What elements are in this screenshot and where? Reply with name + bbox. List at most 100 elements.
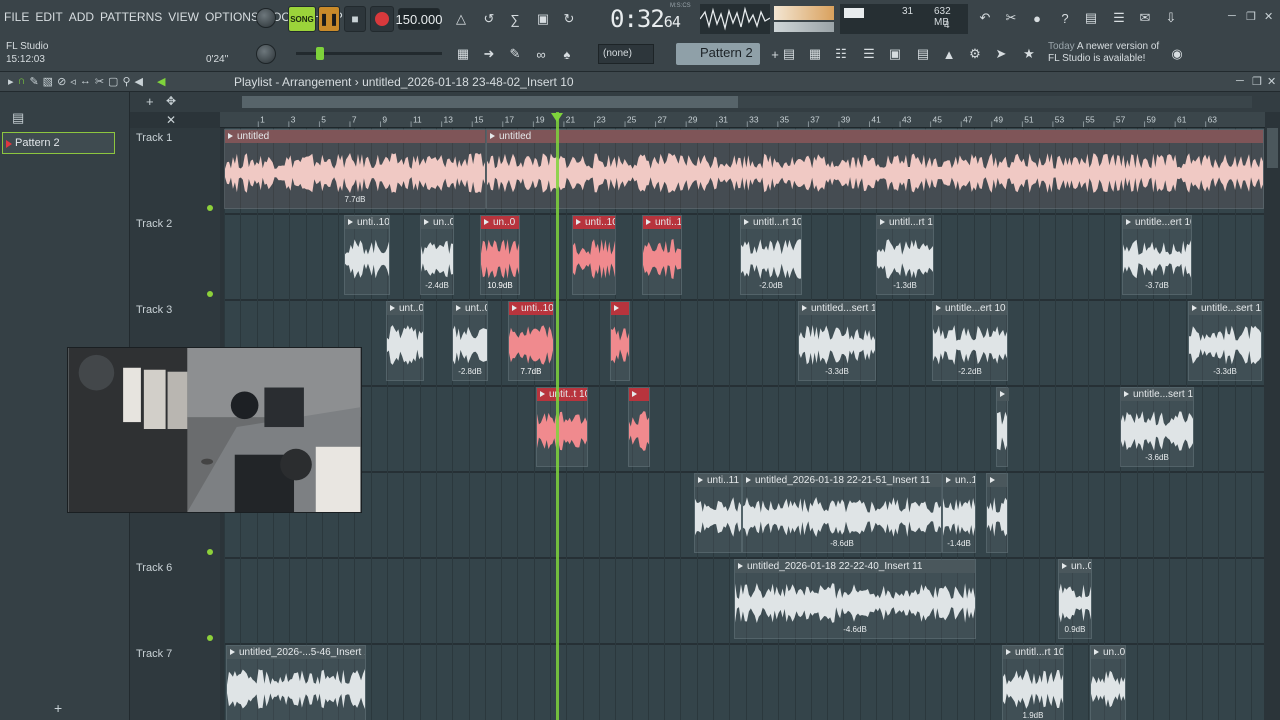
paint-tool-icon[interactable]: ▧ <box>43 75 53 88</box>
zoom-tool-icon[interactable]: ⚲ <box>122 75 130 88</box>
audio-clip[interactable]: untitled...sert 10 -3.3dB <box>798 301 876 381</box>
clip-title[interactable]: unti..10 <box>345 216 389 229</box>
cart-icon[interactable]: ★ <box>1018 43 1040 65</box>
menu-file[interactable]: FILE <box>4 10 29 24</box>
time-ruler[interactable]: 1 3 5 7 9 11 13 15 17 19 21 23 25 27 29 31 33 35 37 39 41 43 4… <box>220 112 1265 128</box>
pencil-icon[interactable]: ✎ <box>504 43 526 65</box>
menu-edit[interactable]: EDIT <box>35 10 62 24</box>
mixer-icon[interactable]: ☰ <box>1108 7 1130 29</box>
audio-clip[interactable] <box>986 473 1008 553</box>
clip-title[interactable]: unt..0 <box>453 302 487 315</box>
wait-input-icon[interactable]: ↺ <box>478 8 500 30</box>
clip-title[interactable]: unt..0 <box>387 302 423 315</box>
clip-title[interactable]: un..0 <box>1091 646 1125 659</box>
close-icon[interactable]: ✕ <box>1264 10 1273 23</box>
draw-tool-icon[interactable]: ✎ <box>29 75 38 88</box>
master-pitch-knob[interactable] <box>256 44 276 64</box>
clip-title[interactable]: unti..10 <box>643 216 681 229</box>
select-tool-icon[interactable]: ▢ <box>108 75 118 88</box>
track-mute-led[interactable] <box>207 291 213 297</box>
clip-title[interactable]: un..0 <box>481 216 519 229</box>
audio-clip[interactable]: unti..10 <box>572 215 616 295</box>
audio-clip[interactable]: unti..10 <box>344 215 390 295</box>
add-track-button[interactable]: + <box>54 700 62 716</box>
zoom-vertical-icon[interactable]: ✥ <box>166 94 176 108</box>
clip-title[interactable] <box>997 388 1009 401</box>
playlist-close-icon[interactable]: ✕ <box>1267 75 1276 88</box>
speaker-icon[interactable]: ◀ <box>157 75 165 88</box>
add-track-icon[interactable]: + <box>146 94 154 109</box>
cut-icon[interactable]: ✂ <box>1000 7 1022 29</box>
playhead-marker[interactable] <box>551 113 563 122</box>
clip-title[interactable] <box>611 302 629 315</box>
audio-clip[interactable]: untitled 7.7dB <box>224 129 486 209</box>
clip-title[interactable]: untitled <box>225 130 485 143</box>
step-edit-icon[interactable]: ▣ <box>532 8 554 30</box>
master-slider[interactable] <box>296 47 442 60</box>
clip-title[interactable]: untitl...rt 10 <box>1003 646 1063 659</box>
playlist-grid[interactable]: untitled 7.7dB untitled unti..10 un..0 -2.4dB… <box>224 128 1264 720</box>
audio-clip[interactable] <box>996 387 1009 467</box>
playhead[interactable] <box>556 112 559 720</box>
mute-tool-icon[interactable]: ◃ <box>70 75 76 88</box>
clip-title[interactable]: un..0 <box>1059 560 1091 573</box>
audio-clip[interactable] <box>628 387 650 467</box>
record-button[interactable] <box>370 6 394 32</box>
overview-strip[interactable]: + ✥ <box>130 92 1280 112</box>
audio-clip[interactable]: unti..10 7.7dB <box>508 301 554 381</box>
magnet-icon[interactable]: ∩ <box>18 75 26 88</box>
audio-clip[interactable]: untitle...ert 10 -3.7dB <box>1122 215 1192 295</box>
track-mute-led[interactable] <box>207 635 213 641</box>
menu-add[interactable]: ADD <box>69 10 94 24</box>
clip-title[interactable] <box>629 388 649 401</box>
clip-title[interactable]: untitled_2026-01-18 22-22-40_Insert 11 <box>735 560 975 573</box>
piano-icon[interactable]: ▦ <box>452 43 474 65</box>
clip-title[interactable]: un..0 <box>421 216 453 229</box>
track-label[interactable]: Track 3 <box>136 304 172 316</box>
track-label[interactable]: Track 6 <box>136 562 172 574</box>
clip-title[interactable]: untitle...sert 10 <box>1189 302 1261 315</box>
audio-clip[interactable]: unt..0 <box>386 301 424 381</box>
clip-title[interactable]: unti..10 <box>509 302 553 315</box>
menu-view[interactable]: VIEW <box>168 10 199 24</box>
clip-title[interactable]: un..1 <box>943 474 975 487</box>
clip-title[interactable]: untitle...sert 10 <box>1121 388 1193 401</box>
plugin-icon[interactable]: ▲ <box>938 43 960 65</box>
browser-icon[interactable]: ▤ <box>912 43 934 65</box>
scrollbar-thumb[interactable] <box>1267 128 1278 168</box>
audio-clip[interactable]: untitled <box>486 129 1264 209</box>
menu-options[interactable]: OPTIONS <box>205 10 259 24</box>
loop-record-icon[interactable]: ↻ <box>558 8 580 30</box>
master-volume-knob[interactable] <box>256 8 276 28</box>
audio-clip[interactable]: untitle...ert 10 -2.2dB <box>932 301 1008 381</box>
audio-clip[interactable]: unt..0 -2.8dB <box>452 301 488 381</box>
audio-clip[interactable]: untit..t 10 <box>536 387 588 467</box>
song-mode-toggle[interactable]: SONG <box>288 6 316 32</box>
clip-title[interactable]: untit..t 10 <box>537 388 587 401</box>
track-label[interactable]: Track 1 <box>136 132 172 144</box>
pattern-selector[interactable]: Pattern 2 <box>676 43 760 65</box>
track-mute-led[interactable] <box>207 205 213 211</box>
audio-clip[interactable]: untitled_2026-...5-46_Insert 11 <box>226 645 366 720</box>
stamp-icon[interactable]: ♠ <box>556 43 578 65</box>
audio-clip[interactable]: untitled_2026-01-18 22-21-51_Insert 11 -8… <box>742 473 942 553</box>
track-mute-led[interactable] <box>207 549 213 555</box>
audio-clip[interactable]: un..1 -1.4dB <box>942 473 976 553</box>
patterns-icon[interactable]: ▣ <box>884 43 906 65</box>
tempo-display[interactable]: 150.000 <box>396 8 443 30</box>
countdown-icon[interactable]: ∑ <box>504 8 526 30</box>
close-x-icon[interactable]: ✕ <box>166 113 176 127</box>
clip-title[interactable]: unti..11 <box>695 474 741 487</box>
playlist-minimize-icon[interactable]: ─ <box>1236 75 1244 87</box>
stop-button[interactable]: ■ <box>344 6 366 32</box>
slip-tool-icon[interactable]: ↔ <box>80 75 91 88</box>
mixer-view-icon[interactable]: ☰ <box>858 43 880 65</box>
audio-clip[interactable]: untitle...sert 10 -3.3dB <box>1188 301 1262 381</box>
playlist-restore-icon[interactable]: ❐ <box>1252 75 1262 88</box>
menu-patterns[interactable]: PATTERNS <box>100 10 162 24</box>
mic-icon[interactable]: ● <box>1026 7 1048 29</box>
slice-tool-icon[interactable]: ✂ <box>95 75 104 88</box>
clip-title[interactable]: untitled_2026-...5-46_Insert 11 <box>227 646 365 659</box>
audio-clip[interactable] <box>610 301 630 381</box>
slider-handle[interactable] <box>316 47 324 60</box>
